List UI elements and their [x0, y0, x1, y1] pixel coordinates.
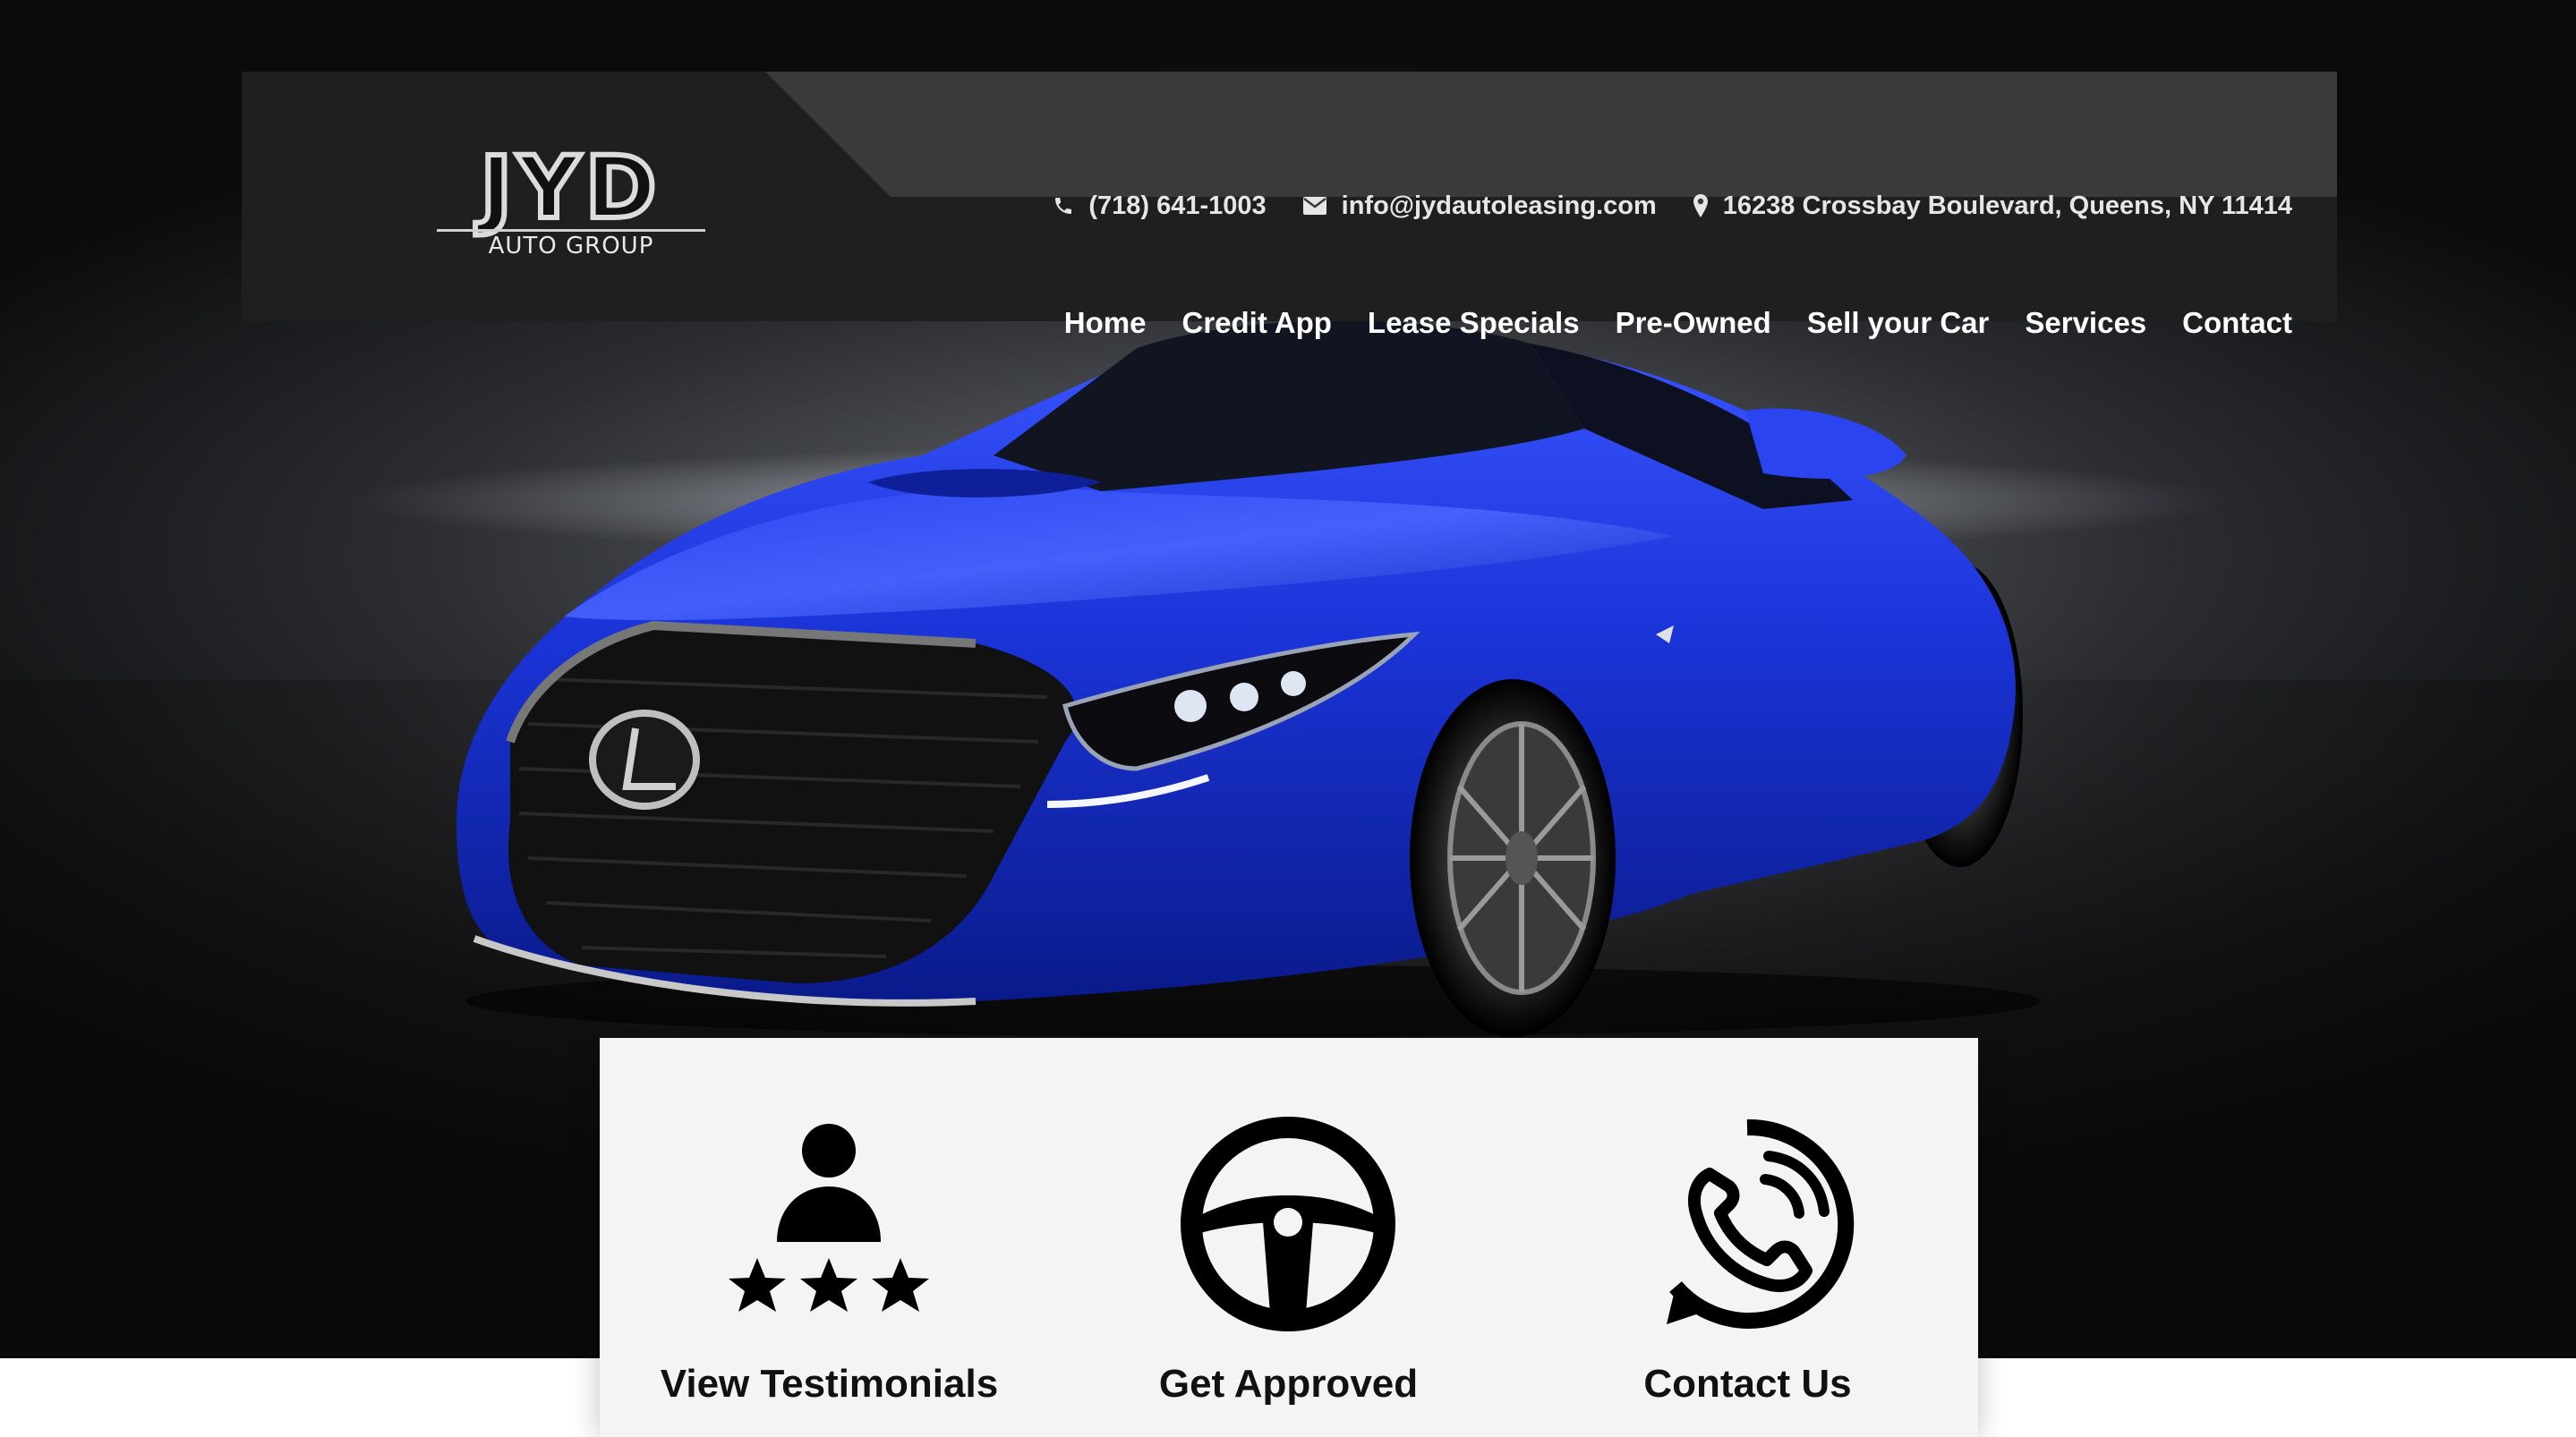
nav-item-sell-your-car[interactable]: Sell your Car	[1807, 306, 1990, 340]
phone-number: (718) 641-1003	[1088, 191, 1267, 220]
card-label: Contact Us	[1643, 1362, 1852, 1406]
contact-email[interactable]: info@jydautoleasing.com	[1302, 191, 1657, 221]
nav-item-contact[interactable]: Contact	[2182, 306, 2292, 340]
contact-address[interactable]: 16238 Crossbay Boulevard, Queens, NY 114…	[1693, 191, 2292, 221]
main-nav: Home Credit App Lease Specials Pre-Owned…	[1064, 301, 2292, 345]
steering-wheel-icon	[1181, 1117, 1395, 1331]
logo-sub-text: AUTO GROUP	[437, 229, 705, 259]
card-label: Get Approved	[1158, 1362, 1419, 1406]
map-pin-icon	[1693, 194, 1708, 217]
phone-call-icon	[1667, 1118, 1855, 1329]
contact-phone[interactable]: (718) 641-1003	[1053, 191, 1267, 221]
car-image	[456, 321, 2041, 1037]
nav-item-home[interactable]: Home	[1064, 306, 1147, 340]
person-stars-icon	[729, 1124, 929, 1312]
card-label: View Testimonials	[660, 1362, 999, 1406]
phone-icon	[1055, 198, 1072, 214]
contact-bar: (718) 641-1003 info@jydautoleasing.com 1…	[1053, 186, 2292, 225]
nav-item-services[interactable]: Services	[2025, 306, 2146, 340]
logo[interactable]: JYD AUTO GROUP	[437, 138, 705, 259]
nav-item-lease-specials[interactable]: Lease Specials	[1368, 306, 1580, 340]
street-address: 16238 Crossbay Boulevard, Queens, NY 114…	[1722, 191, 2292, 220]
logo-main-text: JYD	[478, 138, 662, 238]
site-header: JYD AUTO GROUP (718) 641-1003 info@jydau…	[242, 72, 2337, 339]
quick-links: View Testimonials Get Approved Contact U…	[600, 1038, 1978, 1437]
nav-item-pre-owned[interactable]: Pre-Owned	[1616, 306, 1771, 340]
card-contact-us[interactable]: Contact Us	[1518, 1038, 1977, 1437]
nav-item-credit-app[interactable]: Credit App	[1181, 306, 1331, 340]
email-address: info@jydautoleasing.com	[1341, 191, 1657, 220]
header-contact-bar-bg	[765, 72, 2337, 197]
card-view-testimonials[interactable]: View Testimonials	[600, 1038, 1059, 1437]
card-get-approved[interactable]: Get Approved	[1059, 1038, 1518, 1437]
envelope-icon	[1302, 197, 1326, 215]
